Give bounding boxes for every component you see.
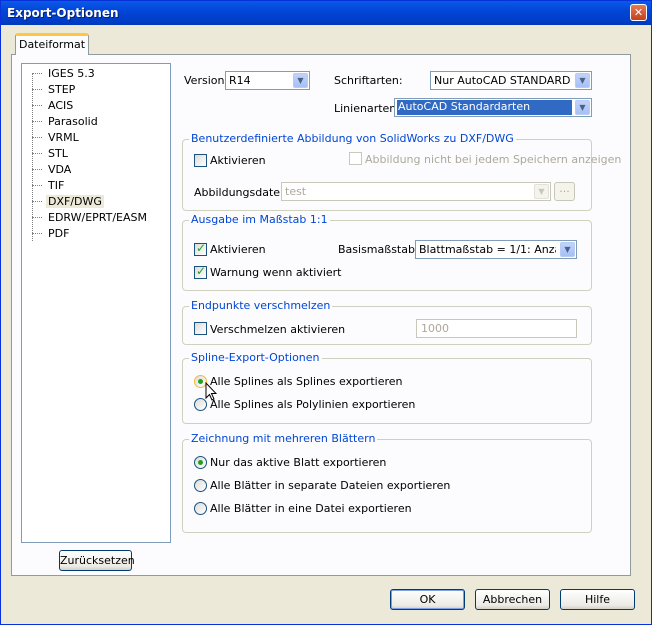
tree-item-label: STEP <box>48 83 76 96</box>
tree-item-label: EDRW/EPRT/EASM <box>48 211 147 224</box>
tree-item-label: VRML <box>48 131 79 144</box>
separate-files-radio[interactable] <box>194 479 207 492</box>
chevron-down-icon[interactable]: ▼ <box>560 242 575 257</box>
close-button[interactable]: ✕ <box>630 4 647 21</box>
group-title: Ausgabe im Maßstab 1:1 <box>189 213 330 227</box>
mapping-file-value: test <box>285 185 307 198</box>
spline-export-group: Spline-Export-Optionen <box>182 351 592 424</box>
base-scale-select[interactable]: Blattmaßstab = 1/1: Anzahl = ▼ <box>415 240 577 259</box>
fonts-select[interactable]: Nur AutoCAD STANDARD ▼ <box>430 71 592 90</box>
mapping-file-label: Abbildungsdatei: <box>194 186 287 199</box>
tree-item-label: IGES 5.3 <box>48 67 95 80</box>
base-scale-value: Blattmaßstab = 1/1: Anzahl = <box>419 243 556 256</box>
tree-item-label: TIF <box>48 179 65 192</box>
fonts-label: Schriftarten: <box>334 74 403 87</box>
active-sheet-label: Nur das aktive Blatt exportieren <box>210 456 387 469</box>
scale-activate-label: Aktivieren <box>210 243 266 256</box>
version-label: Version: <box>184 74 229 87</box>
tree-item-tif[interactable]: TIF <box>32 178 66 193</box>
version-select[interactable]: R14 ▼ <box>225 71 310 90</box>
mouse-cursor-icon <box>205 382 217 401</box>
tree-item-label: Parasolid <box>48 115 98 128</box>
group-title: Zeichnung mit mehreren Blättern <box>189 432 378 446</box>
active-sheet-radio[interactable] <box>194 456 207 469</box>
base-scale-label: Basismaßstab: <box>338 243 419 256</box>
tree-item-dxf-dwg[interactable]: DXF/DWG <box>32 194 104 209</box>
group-title: Benutzerdefinierte Abbildung von SolidWo… <box>189 132 516 146</box>
export-options-dialog: Export-Optionen ✕ Dateiformat IGES 5.3 S… <box>0 0 652 625</box>
version-value: R14 <box>229 74 251 87</box>
spline-as-polyline-label: Alle Splines als Polylinien exportieren <box>210 398 416 411</box>
tree-item-acis[interactable]: ACIS <box>32 98 75 113</box>
tree-item-pdf[interactable]: PDF <box>32 226 71 241</box>
warning-checkbox[interactable] <box>194 264 207 279</box>
tree-item-edrw[interactable]: EDRW/EPRT/EASM <box>32 210 149 225</box>
chevron-down-icon[interactable]: ▼ <box>293 73 308 88</box>
window-title: Export-Optionen <box>7 6 119 20</box>
chevron-down-icon[interactable]: ▼ <box>534 184 549 199</box>
scale-activate-checkbox[interactable] <box>194 241 207 256</box>
single-file-label: Alle Blätter in eine Datei exportieren <box>210 502 412 515</box>
no-show-checkbox[interactable] <box>349 152 362 165</box>
ok-button[interactable]: OK <box>390 589 465 610</box>
tab-dateiformat[interactable]: Dateiformat <box>15 33 89 55</box>
group-title: Endpunkte verschmelzen <box>189 299 333 313</box>
tree-item-iges[interactable]: IGES 5.3 <box>32 66 97 81</box>
group-title: Spline-Export-Optionen <box>189 351 322 365</box>
chevron-down-icon[interactable]: ▼ <box>575 73 590 88</box>
linetypes-select[interactable]: AutoCAD Standardarten ▼ <box>394 98 592 117</box>
no-show-label: Abbildung nicht bei jedem Speichern anze… <box>365 153 622 166</box>
tree-item-vrml[interactable]: VRML <box>32 130 81 145</box>
linetypes-label: Linienarten: <box>334 102 400 115</box>
tree-item-label: ACIS <box>48 99 74 112</box>
mapping-file-select[interactable]: test ▼ <box>281 182 551 201</box>
title-bar[interactable]: Export-Optionen ✕ <box>1 1 651 25</box>
separate-files-label: Alle Blätter in separate Dateien exporti… <box>210 479 451 492</box>
fonts-value: Nur AutoCAD STANDARD <box>434 74 571 87</box>
single-file-radio[interactable] <box>194 502 207 515</box>
cancel-button[interactable]: Abbrechen <box>475 589 550 610</box>
merge-tolerance-value: 1000 <box>421 322 449 335</box>
linetypes-value: AutoCAD Standardarten <box>397 100 572 115</box>
browse-button[interactable]: ... <box>554 182 575 201</box>
tree-item-vda[interactable]: VDA <box>32 162 73 177</box>
merge-activate-label: Verschmelzen aktivieren <box>210 323 346 336</box>
reset-button[interactable]: Zurücksetzen <box>59 550 135 571</box>
tree-item-step[interactable]: STEP <box>32 82 77 97</box>
tree-item-parasolid[interactable]: Parasolid <box>32 114 100 129</box>
custom-mapping-activate-checkbox[interactable] <box>194 154 207 167</box>
close-icon: ✕ <box>633 6 644 19</box>
file-format-tree[interactable]: IGES 5.3 STEP ACIS Parasolid VRML STL VD… <box>21 63 171 543</box>
tree-item-label: DXF/DWG <box>46 195 104 208</box>
merge-tolerance-input[interactable]: 1000 <box>416 319 577 338</box>
tree-item-label: PDF <box>48 227 70 240</box>
custom-mapping-activate-label: Aktivieren <box>210 154 266 167</box>
merge-activate-checkbox[interactable] <box>194 322 207 335</box>
help-button[interactable]: Hilfe <box>560 589 635 610</box>
warning-label: Warnung wenn aktiviert <box>210 266 342 279</box>
tree-item-label: VDA <box>48 163 72 176</box>
spline-as-spline-label: Alle Splines als Splines exportieren <box>210 375 403 388</box>
tree-item-label: STL <box>48 147 68 160</box>
chevron-down-icon[interactable]: ▼ <box>575 100 590 115</box>
tree-item-stl[interactable]: STL <box>32 146 70 161</box>
